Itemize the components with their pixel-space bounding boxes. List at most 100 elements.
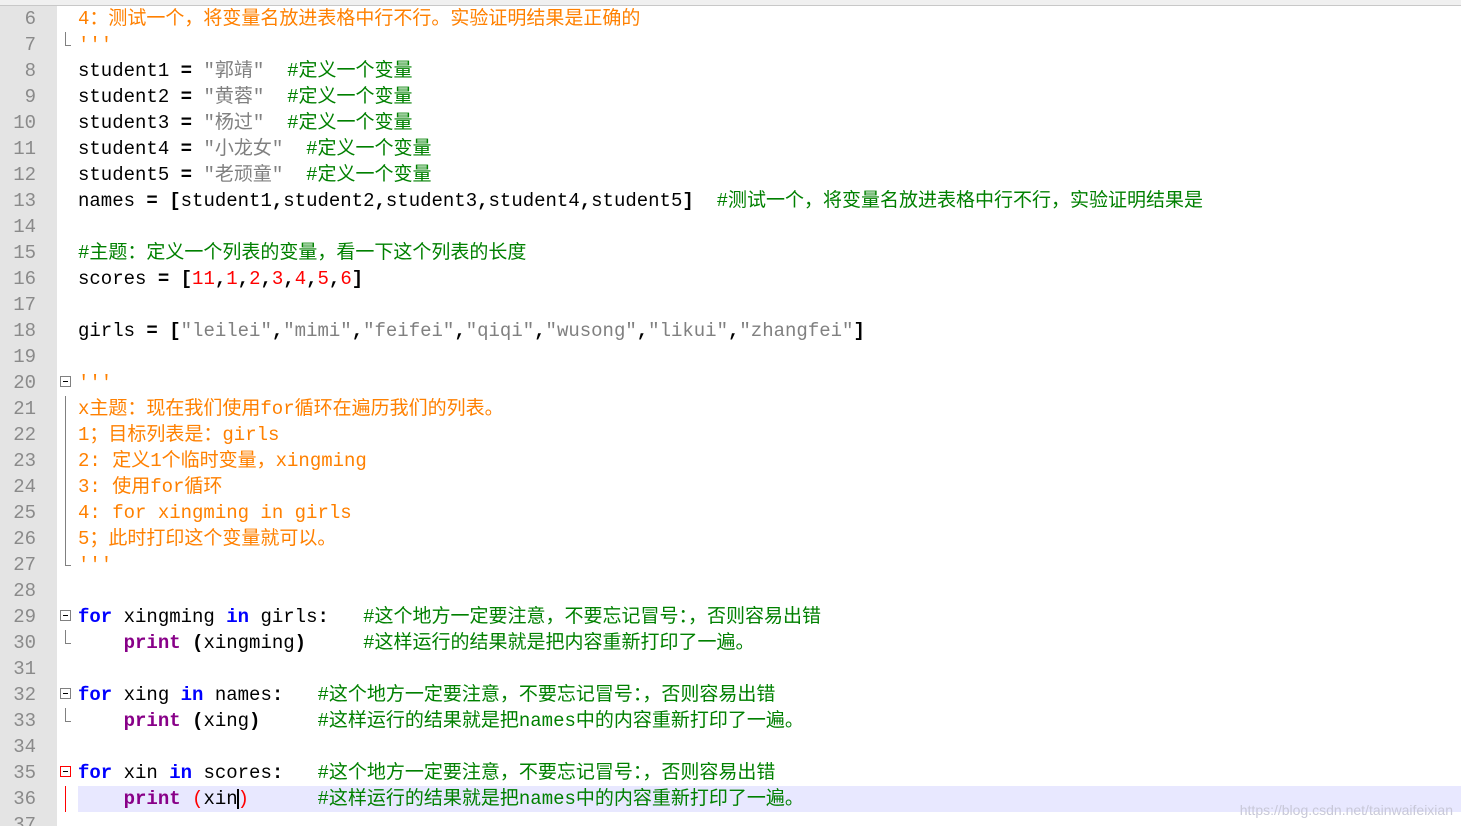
code-text[interactable]: girls = ["leilei","mimi","feifei","qiqi"…	[78, 318, 865, 344]
fold-collapse-icon[interactable]	[59, 604, 75, 630]
code-text[interactable]: 4: for xingming in girls	[78, 500, 352, 526]
code-text[interactable]: 5；此时打印这个变量就可以。	[78, 526, 336, 552]
code-line[interactable]: 26 5；此时打印这个变量就可以。	[0, 526, 1461, 552]
code-line[interactable]: 29 for xingming in girls: #这个地方一定要注意，不要忘记…	[0, 604, 1461, 630]
code-text[interactable]: for xingming in girls: #这个地方一定要注意，不要忘记冒号…	[78, 604, 821, 630]
code-token: print	[123, 788, 181, 810]
code-token: ]	[682, 190, 694, 212]
code-text[interactable]: 2: 定义1个临时变量，xingming	[78, 448, 367, 474]
code-token: :	[271, 684, 284, 706]
fold-collapse-icon[interactable]	[59, 370, 75, 396]
code-line[interactable]: 11 student4 = "小龙女" #定义一个变量	[0, 136, 1461, 162]
code-text[interactable]: print (xingming) #这样运行的结果就是把内容重新打印了一遍。	[78, 630, 755, 656]
code-line[interactable]: 28	[0, 578, 1461, 604]
code-token: #定义一个变量	[306, 164, 432, 186]
code-line[interactable]: 17	[0, 292, 1461, 318]
code-text[interactable]: names = [student1,student2,student3,stud…	[78, 188, 1203, 214]
code-text[interactable]: student1 = "郭靖" #定义一个变量	[78, 58, 412, 84]
code-token: ,	[351, 320, 364, 342]
code-token: xin	[112, 762, 170, 784]
code-line[interactable]: 16 scores = [11,1,2,3,4,5,6]	[0, 266, 1461, 292]
code-text[interactable]: student2 = "黄蓉" #定义一个变量	[78, 84, 412, 110]
code-text[interactable]: '''	[78, 32, 112, 58]
code-line[interactable]: 30 print (xingming) #这样运行的结果就是把内容重新打印了一遍…	[0, 630, 1461, 656]
code-line[interactable]: 12 student5 = "老顽童" #定义一个变量	[0, 162, 1461, 188]
code-line[interactable]: 27 '''	[0, 552, 1461, 578]
code-line[interactable]: 33 print (xing) #这样运行的结果就是把names中的内容重新打印…	[0, 708, 1461, 734]
code-line[interactable]: 20 '''	[0, 370, 1461, 396]
code-text[interactable]: student4 = "小龙女" #定义一个变量	[78, 136, 431, 162]
code-line[interactable]: 15 #主题：定义一个列表的变量，看一下这个列表的长度	[0, 240, 1461, 266]
code-token: :	[271, 762, 284, 784]
code-token: 5	[317, 268, 329, 290]
code-token: ,	[579, 190, 592, 212]
fold-line	[59, 474, 75, 500]
code-line[interactable]: 13 names = [student1,student2,student3,st…	[0, 188, 1461, 214]
code-line[interactable]: 25 4: for xingming in girls	[0, 500, 1461, 526]
code-line[interactable]: 7 '''	[0, 32, 1461, 58]
code-text[interactable]: for xing in names: #这个地方一定要注意，不要忘记冒号：，否则…	[78, 682, 775, 708]
code-token: scores	[78, 268, 158, 290]
code-line[interactable]: 23 2: 定义1个临时变量，xingming	[0, 448, 1461, 474]
code-text[interactable]: 1；目标列表是：girls	[78, 422, 279, 448]
code-token: #这个地方一定要注意，不要忘记冒号：，否则容易出错	[363, 606, 822, 628]
code-lines[interactable]: 6 4：测试一个，将变量名放进表格中行不行。实验证明结果是正确的 7 ''' 8 stud…	[0, 6, 1461, 826]
code-line[interactable]: 9 student2 = "黄蓉" #定义一个变量	[0, 84, 1461, 110]
code-text[interactable]: 4：测试一个，将变量名放进表格中行不行。实验证明结果是正确的	[78, 6, 640, 32]
code-editor[interactable]: 6 4：测试一个，将变量名放进表格中行不行。实验证明结果是正确的 7 ''' 8 stud…	[0, 0, 1461, 826]
code-token: "leilei"	[180, 320, 272, 342]
code-token: "黄蓉"	[203, 86, 265, 108]
code-line[interactable]: 22 1；目标列表是：girls	[0, 422, 1461, 448]
code-text[interactable]: '''	[78, 552, 112, 578]
code-text[interactable]: print (xing) #这样运行的结果就是把names中的内容重新打印了一遍…	[78, 708, 804, 734]
code-line[interactable]: 10 student3 = "杨过" #定义一个变量	[0, 110, 1461, 136]
line-number: 9	[24, 86, 36, 108]
code-token: ,	[237, 268, 250, 290]
fold-collapse-icon[interactable]	[59, 682, 75, 708]
fold-line	[59, 422, 75, 448]
code-line[interactable]: 18 girls = ["leilei","mimi","feifei","qiq…	[0, 318, 1461, 344]
line-number: 11	[13, 138, 36, 160]
code-text[interactable]: '''	[78, 370, 112, 396]
code-text[interactable]: student5 = "老顽童" #定义一个变量	[78, 162, 431, 188]
code-text[interactable]: for xin in scores: #这个地方一定要注意，不要忘记冒号：，否则…	[78, 760, 775, 786]
code-token: 1	[226, 268, 238, 290]
code-token: ,	[271, 190, 284, 212]
line-number: 23	[13, 450, 36, 472]
code-token: names	[203, 684, 272, 706]
code-token: 4: for xingming in girls	[78, 502, 352, 524]
code-token: print	[123, 632, 181, 654]
code-line[interactable]: 8 student1 = "郭靖" #定义一个变量	[0, 58, 1461, 84]
code-token: student1	[78, 60, 181, 82]
code-token: "likui"	[648, 320, 728, 342]
line-number: 30	[13, 632, 36, 654]
code-line[interactable]: 24 3: 使用for循环	[0, 474, 1461, 500]
code-token: (	[192, 710, 204, 732]
code-line[interactable]: 32 for xing in names: #这个地方一定要注意，不要忘记冒号：，…	[0, 682, 1461, 708]
code-text[interactable]: x主题：现在我们使用for循环在遍历我们的列表。	[78, 396, 504, 422]
code-text[interactable]: 3: 使用for循环	[78, 474, 222, 500]
code-line[interactable]: 6 4：测试一个，将变量名放进表格中行不行。实验证明结果是正确的	[0, 6, 1461, 32]
code-line[interactable]: 21 x主题：现在我们使用for循环在遍历我们的列表。	[0, 396, 1461, 422]
code-token: scores	[192, 762, 272, 784]
code-line[interactable]: 35 for xin in scores: #这个地方一定要注意，不要忘记冒号：，…	[0, 760, 1461, 786]
fold-collapse-icon[interactable]	[59, 760, 75, 786]
code-text[interactable]: student3 = "杨过" #定义一个变量	[78, 110, 412, 136]
line-number: 22	[13, 424, 36, 446]
code-token: '''	[78, 554, 113, 576]
fold-empty	[59, 266, 75, 292]
code-text[interactable]: #主题：定义一个列表的变量，看一下这个列表的长度	[78, 240, 526, 266]
code-line[interactable]: 34	[0, 734, 1461, 760]
code-line[interactable]: 19	[0, 344, 1461, 370]
code-token: '''	[78, 34, 113, 56]
code-line[interactable]: 31	[0, 656, 1461, 682]
code-line[interactable]: 14	[0, 214, 1461, 240]
code-text[interactable]: scores = [11,1,2,3,4,5,6]	[78, 266, 363, 292]
line-number: 26	[13, 528, 36, 550]
fold-end	[59, 708, 75, 734]
code-text[interactable]: print (xin) #这样运行的结果就是把names中的内容重新打印了一遍。	[78, 786, 804, 812]
code-token: "zhangfei"	[739, 320, 854, 342]
fold-end	[59, 552, 75, 578]
